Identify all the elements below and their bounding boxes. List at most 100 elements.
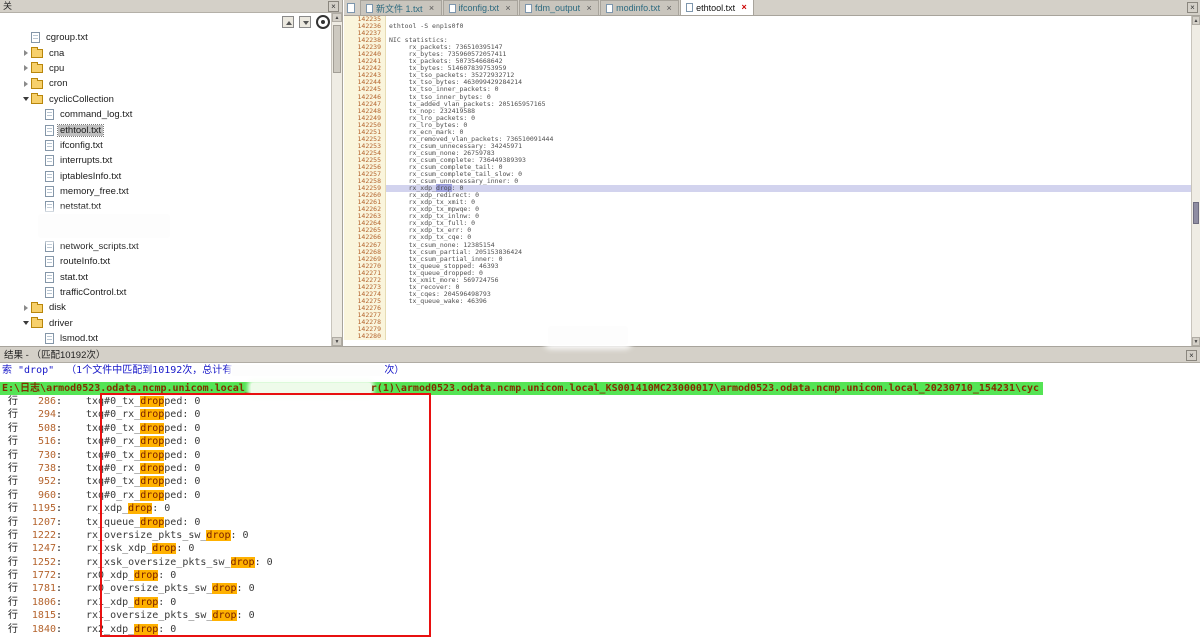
editor-area[interactable]: 142235142236ethtool -S enp1s0f0142237 142…	[344, 16, 1191, 346]
chevron-down-icon[interactable]	[20, 97, 31, 101]
tree-item-disk[interactable]: disk	[0, 300, 331, 315]
tree-item-iptablesinfo-txt[interactable]: iptablesInfo.txt	[0, 169, 331, 184]
tab-fdm-output[interactable]: fdm_output×	[519, 0, 599, 15]
row-text: rx1_xdp_drop: 0	[62, 596, 176, 609]
editor-line[interactable]: 142280	[344, 333, 1191, 340]
editor-scroll-down-icon[interactable]: ▼	[1192, 337, 1200, 346]
tree-item-stat-txt[interactable]: stat.txt	[0, 269, 331, 284]
editor-scrollbar-thumb[interactable]	[1193, 202, 1199, 224]
result-row[interactable]: 行952:txq#0_tx_dropped: 0	[0, 475, 1200, 488]
tree-item-label: lsmod.txt	[58, 333, 100, 344]
result-row[interactable]: 行1207:tx_queue_dropped: 0	[0, 516, 1200, 529]
expand-all-icon[interactable]	[282, 16, 294, 28]
editor-line[interactable]: 142276	[344, 305, 1191, 312]
tree-item-network-scripts-txt[interactable]: network_scripts.txt	[0, 239, 331, 254]
editor-line[interactable]: 142272 tx_xmit_more: 569724756	[344, 277, 1191, 284]
scroll-up-icon[interactable]: ▲	[332, 13, 342, 22]
tab-ethtool-txt[interactable]: ethtool.txt×	[680, 0, 754, 15]
scroll-down-icon[interactable]: ▼	[332, 337, 342, 346]
tree-item-ethtool-txt[interactable]: ethtool.txt	[0, 122, 331, 137]
editor-line[interactable]: 142249 rx_lro_packets: 0	[344, 115, 1191, 122]
editor-line[interactable]: 142235	[344, 16, 1191, 23]
tree-item-cgroup-txt[interactable]: cgroup.txt	[0, 30, 331, 45]
row-line-number: 516	[18, 435, 56, 448]
result-row[interactable]: 行1222:rx_oversize_pkts_sw_drop: 0	[0, 529, 1200, 542]
editor-scroll-up-icon[interactable]: ▲	[1192, 16, 1200, 25]
tree-item-cycliccollection[interactable]: cyclicCollection	[0, 92, 331, 107]
tab-close-icon[interactable]: ×	[428, 4, 436, 13]
result-row[interactable]: 行1772:rx0_xdp_drop: 0	[0, 569, 1200, 582]
tree-item-interrupts-txt[interactable]: interrupts.txt	[0, 153, 331, 168]
row-label: 行	[0, 475, 18, 488]
chevron-right-icon[interactable]	[20, 50, 31, 56]
tree-item-routeinfo-txt[interactable]: routeInfo.txt	[0, 254, 331, 269]
tree-item-trafficcontrol-txt[interactable]: trafficControl.txt	[0, 285, 331, 300]
workspace-close-icon[interactable]: ×	[328, 1, 339, 12]
editor-line[interactable]: 142250 rx_lro_bytes: 0	[344, 122, 1191, 129]
result-row[interactable]: 行286:txq#0_tx_dropped: 0	[0, 395, 1200, 408]
row-line-number: 1222	[18, 529, 56, 542]
line-text: tx_tso_bytes: 463099429284214	[386, 79, 1191, 86]
editor-line[interactable]: 142237	[344, 30, 1191, 37]
chevron-right-icon[interactable]	[20, 305, 31, 311]
tree-item-cron[interactable]: cron	[0, 76, 331, 91]
chevron-right-icon[interactable]	[20, 65, 31, 71]
result-row[interactable]: 行960:txq#0_rx_dropped: 0	[0, 489, 1200, 502]
tree-item-memory-free-txt[interactable]: memory_free.txt	[0, 184, 331, 199]
result-file-path[interactable]: E:\日志\armod0523.odata.ncmp.unicom.local_…	[0, 382, 1043, 395]
line-text: rx_bytes: 735960572057411	[386, 51, 1191, 58]
editor-line[interactable]: 142278	[344, 319, 1191, 326]
editor-line[interactable]: 142264 rx_xdp_tx_full: 0	[344, 220, 1191, 227]
tab-close-icon[interactable]: ×	[665, 4, 673, 13]
workspace-panel: 关 × cgroup.txtcnacpucroncyclicCollection…	[0, 0, 343, 346]
line-text: rx_csum_unnecessary: 34245971	[386, 143, 1191, 150]
tab-close-icon[interactable]: ×	[504, 4, 512, 13]
row-label: 行	[0, 529, 18, 542]
tree-item-command-log-txt[interactable]: command_log.txt	[0, 107, 331, 122]
chevron-down-icon[interactable]	[20, 321, 31, 325]
editor-group-close-icon[interactable]: ×	[1187, 2, 1198, 13]
tab-modinfo-txt[interactable]: modinfo.txt×	[600, 0, 679, 15]
editor-scrollbar[interactable]: ▲ ▼	[1191, 16, 1200, 346]
sidebar-scrollbar[interactable]: ▲ ▼	[331, 13, 342, 346]
result-row[interactable]: 行1781:rx0_oversize_pkts_sw_drop: 0	[0, 582, 1200, 595]
editor-line[interactable]: 142275 tx_queue_wake: 46396	[344, 298, 1191, 305]
editor-line[interactable]: 142277	[344, 312, 1191, 319]
result-row[interactable]: 行508:txq#0_tx_dropped: 0	[0, 422, 1200, 435]
result-row[interactable]: 行1806:rx1_xdp_drop: 0	[0, 596, 1200, 609]
sidebar-scrollbar-thumb[interactable]	[333, 25, 341, 73]
tab-close-icon[interactable]: ×	[740, 3, 748, 12]
row-label: 行	[0, 435, 18, 448]
result-row[interactable]: 行1840:rx2_xdp_drop: 0	[0, 623, 1200, 636]
tree-item-cpu[interactable]: cpu	[0, 61, 331, 76]
locate-file-icon[interactable]	[316, 15, 330, 29]
tree-item-netstat-txt[interactable]: netstat.txt	[0, 199, 331, 214]
tree-item-lsmod-txt[interactable]: lsmod.txt	[0, 331, 331, 346]
result-row[interactable]: 行294:txq#0_rx_dropped: 0	[0, 408, 1200, 421]
tab-close-icon[interactable]: ×	[585, 4, 593, 13]
tree-item-driver[interactable]: driver	[0, 316, 331, 331]
result-row[interactable]: 行1247:rx_xsk_xdp_drop: 0	[0, 542, 1200, 555]
row-label: 行	[0, 582, 18, 595]
collapse-all-icon[interactable]	[299, 16, 311, 28]
chevron-right-icon[interactable]	[20, 81, 31, 87]
results-close-icon[interactable]: ×	[1186, 350, 1197, 361]
match-highlight: drop	[152, 543, 176, 554]
editor-line[interactable]: 142236ethtool -S enp1s0f0	[344, 23, 1191, 30]
result-row[interactable]: 行1815:rx1_oversize_pkts_sw_drop: 0	[0, 609, 1200, 622]
tab-ifconfig-txt[interactable]: ifconfig.txt×	[443, 0, 519, 15]
result-row[interactable]: 行738:txq#0_rx_dropped: 0	[0, 462, 1200, 475]
row-line-number: 960	[18, 489, 56, 502]
result-row[interactable]: 行1195:rx_xdp_drop: 0	[0, 502, 1200, 515]
result-row[interactable]: 行1252:rx_xsk_oversize_pkts_sw_drop: 0	[0, 556, 1200, 569]
editor-line[interactable]: 142279	[344, 326, 1191, 333]
editor-line[interactable]: 142258 rx_csum_unnecessary_inner: 0	[344, 178, 1191, 185]
result-row[interactable]: 行516:txq#0_rx_dropped: 0	[0, 435, 1200, 448]
result-row[interactable]: 行730:txq#0_tx_dropped: 0	[0, 449, 1200, 462]
tree-item-ifconfig-txt[interactable]: ifconfig.txt	[0, 138, 331, 153]
tree-item-label: network_scripts.txt	[58, 241, 141, 252]
editor-line[interactable]: 142265 rx_xdp_tx_err: 0	[344, 227, 1191, 234]
row-label: 行	[0, 569, 18, 582]
tab-1-txt[interactable]: 新文件 1.txt×	[360, 0, 442, 15]
tree-item-cna[interactable]: cna	[0, 45, 331, 60]
